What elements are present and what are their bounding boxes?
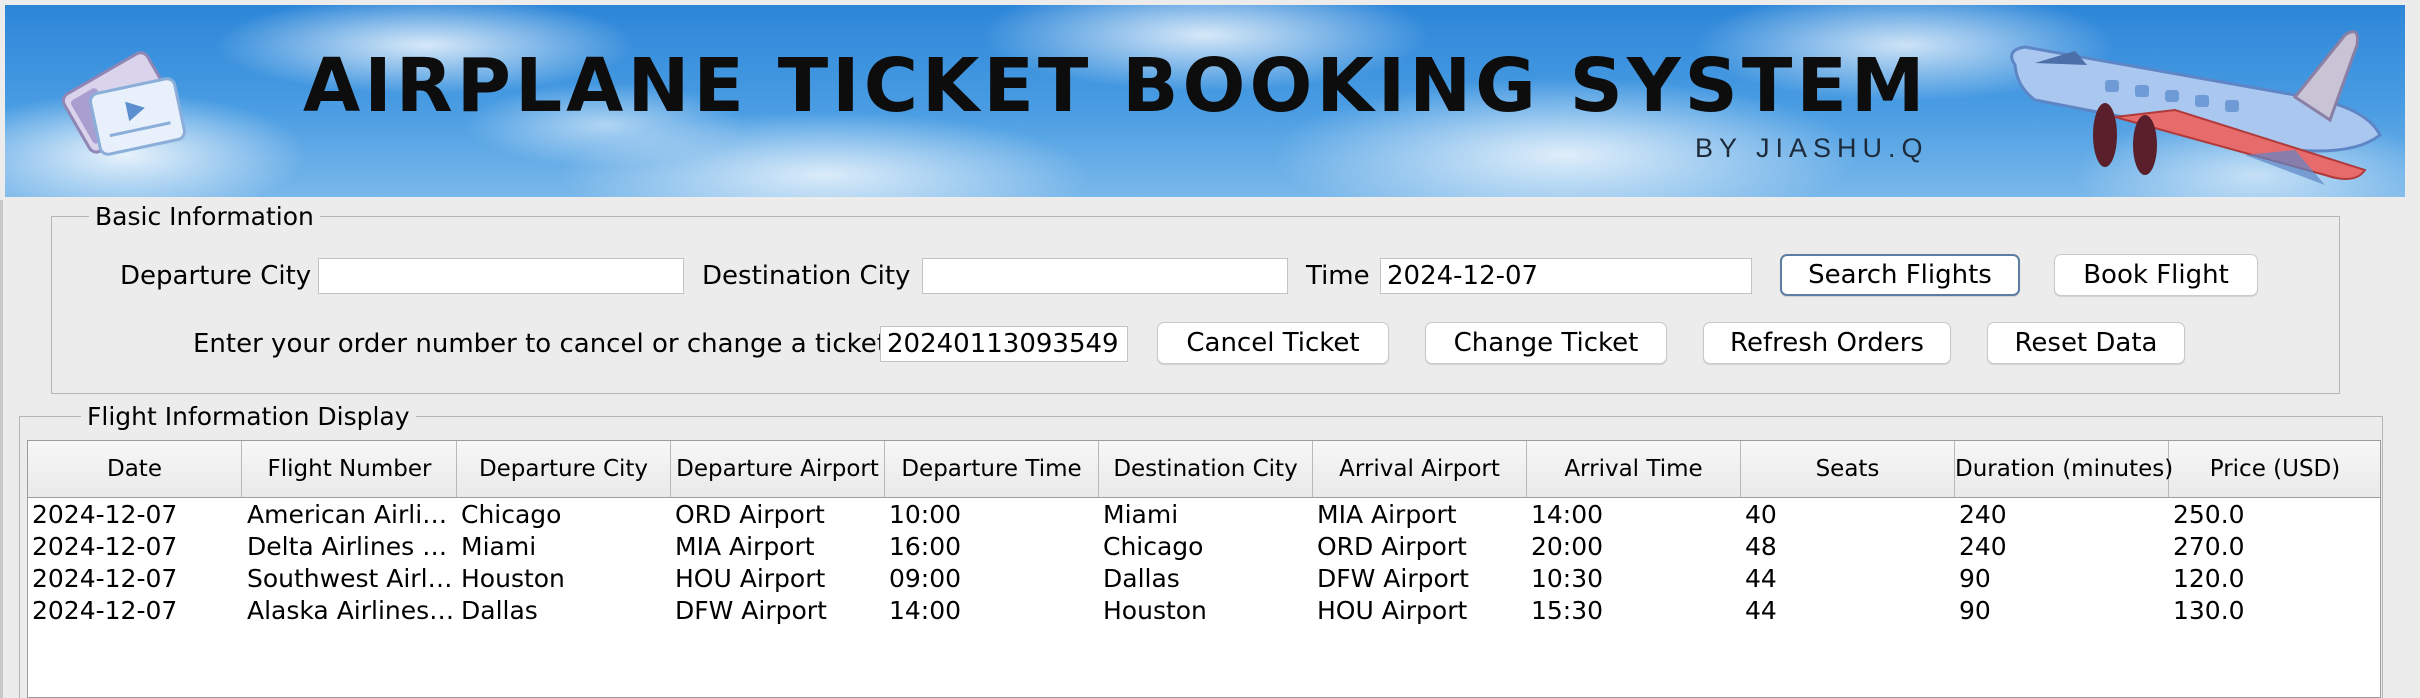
table-cell: 2024-12-07 [32, 564, 178, 593]
airplane-icon [2010, 30, 2382, 185]
table-cell: 2024-12-07 [32, 500, 178, 529]
column-header[interactable]: Arrival Airport [1313, 441, 1527, 497]
table-cell: ORD Airport [1317, 532, 1467, 561]
table-cell: Delta Airlines D... [247, 532, 457, 561]
table-cell: Miami [1103, 500, 1179, 529]
column-header[interactable]: Seats [1741, 441, 1955, 497]
table-cell: 2024-12-07 [32, 596, 178, 625]
table-cell: American Airlin... [247, 500, 457, 529]
table-cell: 09:00 [889, 564, 962, 593]
column-header[interactable]: Arrival Time [1527, 441, 1741, 497]
table-cell: Houston [1103, 596, 1207, 625]
table-cell: DFW Airport [675, 596, 827, 625]
column-header[interactable]: Price (USD) [2169, 441, 2380, 497]
app-title: AIRPLANE TICKET BOOKING SYSTEM [303, 43, 1929, 129]
table-cell: 250.0 [2173, 500, 2245, 529]
table-row[interactable]: 2024-12-07 Southwest Airlin... Houston HOU … [28, 563, 2380, 595]
window-edge [0, 200, 3, 698]
table-header: Date Flight Number Departure City Departure… [28, 441, 2380, 498]
table-cell: HOU Airport [675, 564, 826, 593]
refresh-orders-button[interactable]: Refresh Orders [1703, 322, 1951, 364]
time-label: Time [1306, 261, 1370, 291]
table-cell: HOU Airport [1317, 596, 1468, 625]
basic-information-panel [51, 216, 2340, 394]
table-cell: 10:00 [889, 500, 962, 529]
table-cell: DFW Airport [1317, 564, 1469, 593]
table-cell: 14:00 [1531, 500, 1604, 529]
ticket-icon [61, 51, 186, 156]
app-subtitle: BY JIASHU.Q [1695, 133, 1929, 163]
table-row[interactable]: 2024-12-07 American Airlin... Chicago ORD A… [28, 499, 2380, 531]
order-number-input[interactable] [880, 326, 1128, 362]
column-header[interactable]: Flight Number [243, 441, 457, 497]
table-cell: 130.0 [2173, 596, 2245, 625]
order-number-label: Enter your order number to cancel or cha… [193, 329, 896, 359]
column-header[interactable]: Departure Time [885, 441, 1099, 497]
table-cell: 270.0 [2173, 532, 2245, 561]
table-cell: Houston [461, 564, 565, 593]
table-cell: ORD Airport [675, 500, 825, 529]
column-header[interactable]: Destination City [1099, 441, 1313, 497]
table-cell: Dallas [1103, 564, 1180, 593]
departure-city-label: Departure City [120, 261, 312, 291]
destination-city-input[interactable] [922, 258, 1288, 294]
table-cell: 10:30 [1531, 564, 1604, 593]
flight-information-title: Flight Information Display [81, 402, 416, 431]
change-ticket-button[interactable]: Change Ticket [1425, 322, 1667, 364]
table-cell: 16:00 [889, 532, 962, 561]
table-cell: 90 [1959, 596, 1991, 625]
destination-city-label: Destination City [702, 261, 911, 291]
table-cell: 40 [1745, 500, 1777, 529]
table-cell: 15:30 [1531, 596, 1604, 625]
table-row[interactable]: 2024-12-07 Alaska Airlines ... Dallas DFW A… [28, 595, 2380, 627]
table-cell: 90 [1959, 564, 1991, 593]
column-header[interactable]: Date [28, 441, 242, 497]
table-cell: 240 [1959, 532, 2007, 561]
table-cell: 2024-12-07 [32, 532, 178, 561]
table-cell: 44 [1745, 564, 1777, 593]
time-input[interactable] [1380, 258, 1752, 294]
table-row[interactable]: 2024-12-07 Delta Airlines D... Miami MIA Ai… [28, 531, 2380, 563]
reset-data-button[interactable]: Reset Data [1987, 322, 2185, 364]
table-cell: 120.0 [2173, 564, 2245, 593]
column-header[interactable]: Departure Airport [671, 441, 885, 497]
basic-information-title: Basic Information [89, 202, 320, 231]
departure-city-input[interactable] [318, 258, 684, 294]
book-flight-button[interactable]: Book Flight [2054, 254, 2258, 296]
table-cell: MIA Airport [675, 532, 815, 561]
table-cell: Dallas [461, 596, 538, 625]
column-header[interactable]: Departure City [457, 441, 671, 497]
table-cell: MIA Airport [1317, 500, 1457, 529]
table-cell: Chicago [1103, 532, 1204, 561]
table-cell: 44 [1745, 596, 1777, 625]
table-cell: Southwest Airlin... [247, 564, 457, 593]
table-cell: Alaska Airlines ... [247, 596, 457, 625]
table-cell: Chicago [461, 500, 562, 529]
table-cell: 14:00 [889, 596, 962, 625]
header-banner: AIRPLANE TICKET BOOKING SYSTEM BY JIASHU… [5, 5, 2405, 197]
flights-table[interactable]: Date Flight Number Departure City Departure… [27, 440, 2381, 698]
cancel-ticket-button[interactable]: Cancel Ticket [1157, 322, 1389, 364]
table-cell: 48 [1745, 532, 1777, 561]
search-flights-button[interactable]: Search Flights [1780, 254, 2020, 296]
table-cell: 20:00 [1531, 532, 1604, 561]
column-header[interactable]: Duration (minutes) [1955, 441, 2173, 497]
table-cell: Miami [461, 532, 537, 561]
table-cell: 240 [1959, 500, 2007, 529]
